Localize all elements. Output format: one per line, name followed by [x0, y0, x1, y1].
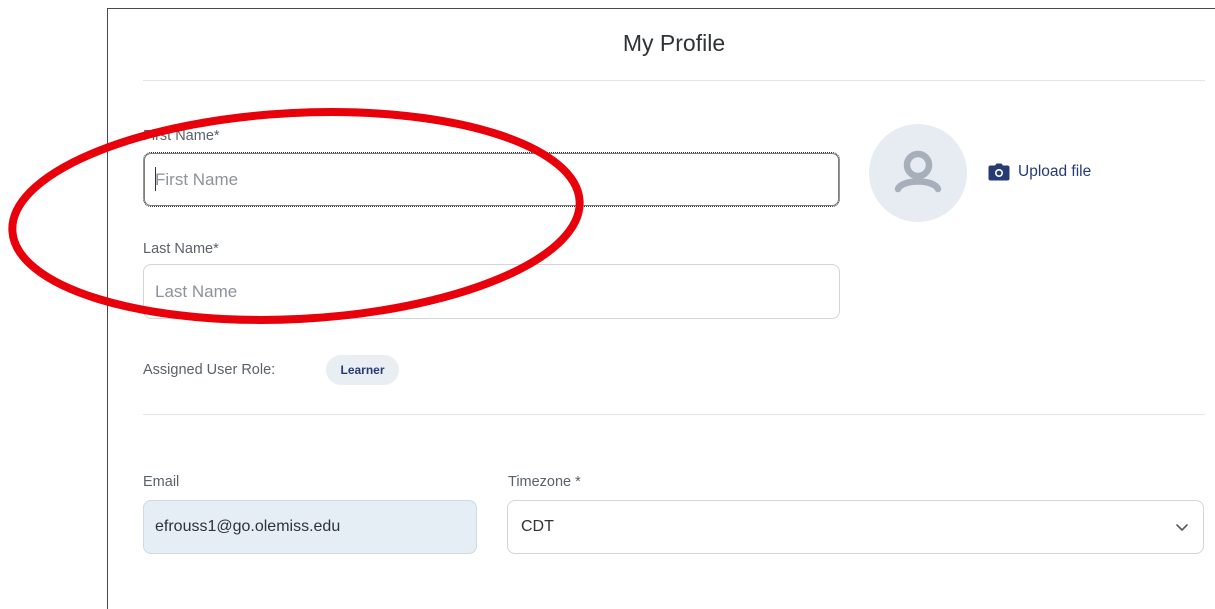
last-name-label: Last Name*	[143, 241, 219, 257]
timezone-value: CDT	[521, 518, 554, 535]
screenshot-stage: My Profile First Name* Last Name* Upload…	[0, 0, 1215, 609]
upload-file-label: Upload file	[1018, 163, 1092, 180]
section-divider	[143, 414, 1205, 415]
first-name-label: First Name*	[143, 128, 220, 144]
first-name-input[interactable]	[143, 152, 840, 207]
email-label: Email	[143, 474, 180, 490]
assigned-role-label: Assigned User Role:	[143, 362, 276, 378]
last-name-input[interactable]	[143, 264, 840, 319]
user-silhouette-icon	[894, 150, 942, 193]
chevron-down-icon	[1176, 524, 1188, 531]
timezone-select[interactable]: CDT	[507, 500, 1204, 554]
upload-file-button[interactable]: Upload file	[988, 163, 1091, 181]
title-divider	[143, 80, 1205, 81]
timezone-label: Timezone *	[508, 474, 581, 490]
text-caret	[155, 167, 156, 191]
role-badge: Learner	[326, 355, 399, 385]
camera-icon	[988, 163, 1010, 181]
email-field: efrouss1@go.olemiss.edu	[143, 500, 477, 554]
page-title: My Profile	[622, 30, 726, 56]
avatar[interactable]	[869, 124, 967, 222]
